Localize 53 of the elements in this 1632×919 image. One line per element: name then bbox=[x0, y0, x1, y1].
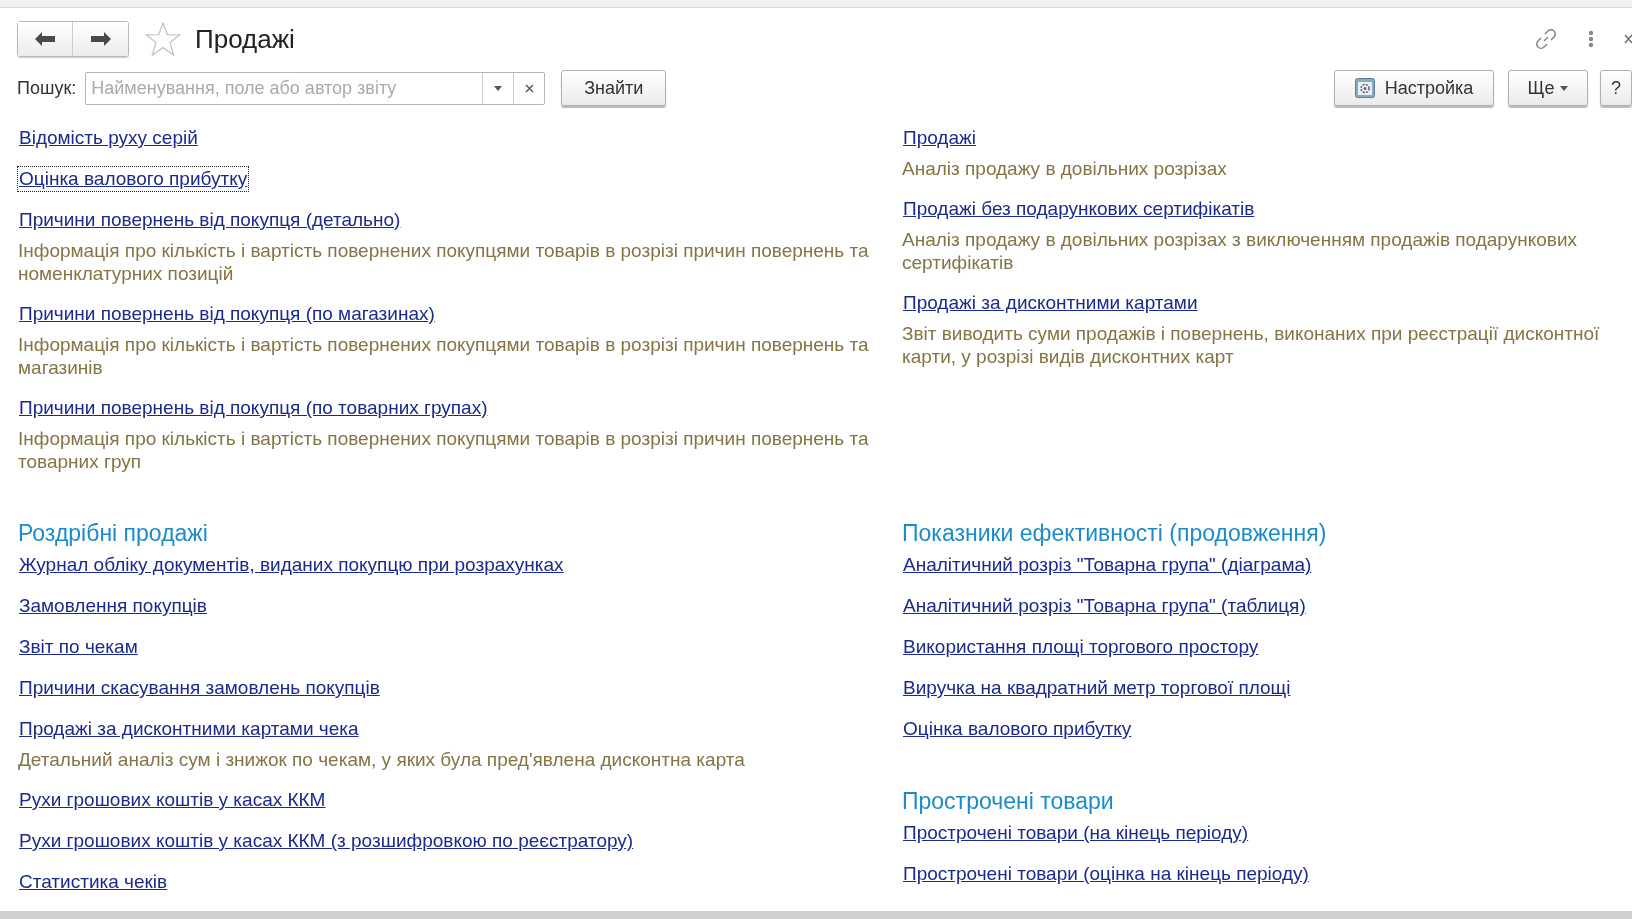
link-icon[interactable] bbox=[1534, 27, 1558, 51]
close-icon[interactable] bbox=[1624, 33, 1632, 45]
report-link[interactable]: Рухи грошових коштів у касах ККМ bbox=[18, 788, 327, 812]
section-heading: Показники ефективності (продовження) bbox=[902, 520, 1328, 547]
report-link[interactable]: Рухи грошових коштів у касах ККМ (з розшифровкою по реєстратору) bbox=[18, 829, 635, 853]
section-heading: Роздрібні продажі bbox=[18, 520, 209, 547]
report-description: Інформація про кількість і вартість повернених покупцями товарів в розрізі причин повернень та номенклатурних позицій bbox=[18, 239, 870, 285]
star-icon[interactable] bbox=[145, 22, 181, 56]
report-link[interactable]: Використання площі торгового простору bbox=[902, 635, 1260, 659]
report-link[interactable]: Журнал обліку документів, виданих покупцю при розрахунках bbox=[18, 553, 565, 577]
report-description: Аналіз продажу в довільних розрізах bbox=[902, 157, 1228, 180]
find-button[interactable]: Знайти bbox=[561, 70, 667, 106]
back-arrow-icon bbox=[34, 31, 56, 47]
report-link[interactable]: Продажі за дисконтними картами чека bbox=[18, 717, 360, 741]
report-link[interactable]: Аналітичний розріз "Товарна група" (таблиця) bbox=[902, 594, 1307, 618]
back-button[interactable] bbox=[18, 22, 73, 56]
window-title: Продажі bbox=[195, 23, 295, 55]
more-button[interactable]: Ще bbox=[1508, 70, 1588, 106]
settings-button[interactable]: Настройка bbox=[1334, 70, 1494, 106]
report-link[interactable]: Статистика чеків bbox=[18, 870, 169, 894]
report-link[interactable]: Виручка на квадратний метр торгової площі bbox=[902, 676, 1292, 700]
report-description: Інформація про кількість і вартість повернених покупцями товарів в розрізі причин повернень та магазинів bbox=[18, 333, 870, 379]
settings-icon bbox=[1354, 78, 1375, 98]
report-link[interactable]: Оцінка валового прибутку bbox=[902, 717, 1133, 741]
section-heading: Прострочені товари bbox=[902, 788, 1115, 815]
more-actions-icon[interactable] bbox=[1588, 30, 1594, 48]
report-description: Інформація про кількість і вартість повернених покупцями товарів в розрізі причин повернень та товарних груп bbox=[18, 427, 870, 473]
forward-arrow-icon bbox=[89, 31, 112, 47]
report-link[interactable]: Прострочені товари (на кінець періоду) bbox=[902, 821, 1250, 845]
report-link[interactable]: Замовлення покупців bbox=[18, 594, 208, 618]
report-link[interactable]: Прострочені товари (оцінка на кінець періоду) bbox=[902, 862, 1310, 886]
report-link[interactable]: Оцінка валового прибутку bbox=[18, 167, 249, 191]
caret-icon bbox=[494, 85, 503, 91]
horizontal-scrollbar[interactable] bbox=[0, 911, 1632, 919]
report-link[interactable]: Продажі bbox=[902, 126, 977, 150]
report-link[interactable]: Причини повернень від покупця (по товарних групах) bbox=[18, 396, 489, 420]
search-label: Пошук: bbox=[17, 77, 77, 99]
report-link[interactable]: Продажі за дисконтними картами bbox=[902, 291, 1199, 315]
report-link[interactable]: Причини повернень від покупця (детально) bbox=[18, 208, 402, 232]
caret-icon bbox=[1560, 85, 1569, 91]
report-description: Аналіз продажу в довільних розрізах з виключенням продажів подарункових сертифікатів bbox=[902, 228, 1578, 274]
report-description: Детальний аналіз сум і знижок по чекам, у яких була пред'явлена дисконтна карта bbox=[18, 748, 746, 771]
report-description: Звіт виводить суми продажів і повернень, виконаних при реєстрації дисконтної карти, у розрізі видів дисконтних карт bbox=[902, 322, 1601, 368]
report-link[interactable]: Причини скасування замовлень покупців bbox=[18, 676, 381, 700]
report-link[interactable]: Причини повернень від покупця (по магазинах) bbox=[18, 302, 436, 326]
report-link[interactable]: Відомість руху серій bbox=[18, 126, 199, 150]
report-link[interactable]: Звіт по чекам bbox=[18, 635, 139, 659]
report-link[interactable]: Продажі без подарункових сертифікатів bbox=[902, 197, 1256, 221]
report-link[interactable]: Аналітичний розріз "Товарна група" (діаграма) bbox=[902, 553, 1313, 577]
search-field[interactable]: Найменування, поле або автор звіту bbox=[85, 71, 546, 105]
clear-icon bbox=[524, 83, 534, 93]
forward-button[interactable] bbox=[73, 22, 128, 56]
help-button[interactable]: ? bbox=[1600, 70, 1632, 106]
